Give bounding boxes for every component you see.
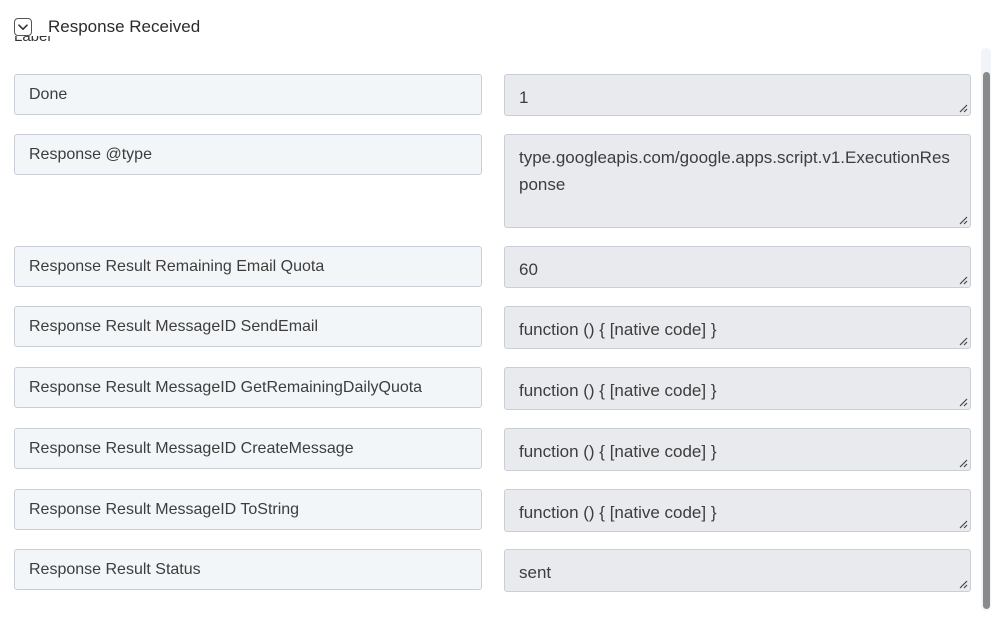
field-key: Response Result Status [14,549,482,590]
resize-handle-icon[interactable] [956,213,968,225]
field-value-textarea[interactable]: type.googleapis.com/google.apps.script.v… [504,134,971,228]
field-value: type.googleapis.com/google.apps.script.v… [519,148,950,194]
field-value: function () { [native code] } [519,442,717,461]
field-value-textarea[interactable]: function () { [native code] } [504,306,971,349]
field-key: Response Result MessageID ToString [14,489,482,530]
section-title: Response Received [48,17,201,36]
resize-handle-icon[interactable] [956,456,968,468]
section-header: Response Received [14,16,200,38]
resize-handle-icon[interactable] [956,517,968,529]
field-key: Response Result MessageID GetRemainingDa… [14,367,482,408]
resize-handle-icon[interactable] [956,334,968,346]
clipped-column-label: Label [14,36,51,45]
field-value-textarea[interactable]: function () { [native code] } [504,367,971,410]
field-key: Response Result MessageID SendEmail [14,306,482,347]
field-value-textarea[interactable]: 60 [504,246,971,288]
field-key: Done [14,74,482,115]
resize-handle-icon[interactable] [956,395,968,407]
field-value: sent [519,563,552,582]
field-value: 60 [519,260,538,279]
field-value: function () { [native code] } [519,320,717,339]
field-key: Response Result MessageID CreateMessage [14,428,482,469]
field-key: Response Result Remaining Email Quota [14,246,482,287]
field-value-textarea[interactable]: 1 [504,74,971,116]
field-value: function () { [native code] } [519,503,717,522]
field-value-textarea[interactable]: sent [504,549,971,592]
resize-handle-icon[interactable] [956,101,968,113]
field-key: Response @type [14,134,482,175]
resize-handle-icon[interactable] [956,577,968,589]
collapse-toggle-button[interactable] [14,18,32,36]
field-value: 1 [519,88,529,107]
field-value-textarea[interactable]: function () { [native code] } [504,489,971,532]
field-value: function () { [native code] } [519,381,717,400]
field-value-textarea[interactable]: function () { [native code] } [504,428,971,471]
resize-handle-icon[interactable] [956,273,968,285]
chevron-down-icon [18,23,28,30]
scrollbar-thumb[interactable] [983,72,990,609]
